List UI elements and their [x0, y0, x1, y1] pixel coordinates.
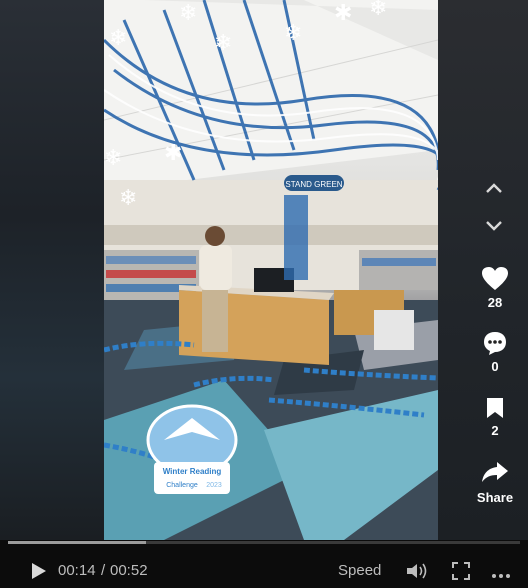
volume-icon: [407, 563, 427, 579]
like-button[interactable]: 28: [466, 266, 524, 310]
heart-icon: [482, 267, 508, 290]
svg-text:❄: ❄: [214, 31, 232, 56]
share-label: Share: [476, 490, 514, 505]
next-video-button[interactable]: [476, 208, 512, 244]
previous-video-button[interactable]: [476, 170, 512, 206]
time-separator: /: [101, 562, 106, 579]
chevron-up-icon: [486, 183, 502, 193]
play-icon: [32, 563, 46, 579]
fullscreen-button[interactable]: [452, 562, 470, 585]
comment-count: 0: [491, 359, 499, 374]
share-arrow-icon: [482, 462, 508, 482]
badge-title: Winter Reading: [163, 467, 222, 476]
fullscreen-icon: [452, 562, 470, 580]
speed-button[interactable]: Speed: [338, 562, 381, 579]
volume-button[interactable]: [405, 561, 429, 586]
svg-text:✱: ✱: [334, 1, 352, 26]
svg-text:❄: ❄: [104, 146, 122, 171]
video-frame[interactable]: STAND GREEN ❄ ❄ ❄ ✱ ❄ ❄ ❄ ❄ ✱ Winter Rea…: [104, 0, 438, 540]
video-player-frame: STAND GREEN ❄ ❄ ❄ ✱ ❄ ❄ ❄ ❄ ✱ Winter Rea…: [0, 0, 528, 588]
progress-bar[interactable]: [8, 541, 520, 544]
play-button[interactable]: [30, 561, 48, 586]
duration: 00:52: [110, 562, 148, 579]
svg-text:✱: ✱: [164, 141, 182, 166]
library-scene: STAND GREEN ❄ ❄ ❄ ✱ ❄ ❄ ❄ ❄ ✱ Winter Rea…: [104, 0, 438, 540]
more-icon: [492, 574, 510, 578]
badge-year: 2023: [206, 482, 222, 489]
save-count: 2: [491, 423, 499, 438]
save-button[interactable]: 2: [466, 396, 524, 438]
svg-text:❄: ❄: [119, 186, 137, 211]
more-options-button[interactable]: [491, 566, 511, 584]
bookmark-icon: [487, 398, 503, 418]
svg-text:❄: ❄: [284, 21, 302, 46]
left-blur-panel: [0, 0, 104, 540]
svg-text:❄: ❄: [369, 0, 387, 21]
badge-subtitle: Challenge: [166, 482, 198, 489]
chevron-down-icon: [486, 221, 502, 231]
winter-reading-badge: [146, 404, 238, 494]
svg-text:❄: ❄: [179, 1, 197, 26]
comment-icon: [484, 332, 506, 355]
svg-text:❄: ❄: [109, 26, 127, 51]
progress-bar-fill: [8, 541, 147, 544]
share-button[interactable]: Share: [466, 460, 524, 505]
like-count: 28: [487, 295, 503, 310]
desk-sign-text: STAND GREEN: [285, 180, 342, 189]
comment-button[interactable]: 0: [466, 330, 524, 374]
current-time: 00:14: [58, 562, 96, 579]
